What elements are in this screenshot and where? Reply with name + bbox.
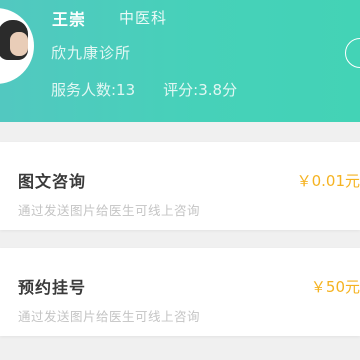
clinic-name: 欣九康诊所	[51, 44, 132, 62]
service-price: ￥0.01元	[296, 172, 360, 190]
doctor-header: 王崇 中医科 欣九康诊所 服务人数:13 评分:3.8分	[0, 0, 360, 122]
doctor-avatar[interactable]	[0, 8, 34, 84]
service-description: 通过发送图片给医生可线上咨询	[18, 203, 201, 218]
service-description: 通过发送图片给医生可线上咨询	[18, 309, 201, 324]
follow-button[interactable]	[345, 38, 360, 68]
doctor-name: 王崇	[52, 10, 87, 29]
avatar-face	[10, 32, 28, 56]
service-title: 预约挂号	[18, 278, 87, 297]
rating: 评分:3.8分	[163, 81, 238, 99]
service-card-consult[interactable]: 图文咨询 通过发送图片给医生可线上咨询 ￥0.01元	[0, 142, 360, 230]
service-price: ￥50元	[310, 278, 360, 296]
service-count: 服务人数:13	[51, 81, 136, 99]
service-title: 图文咨询	[18, 172, 87, 191]
doctor-stats: 服务人数:13 评分:3.8分	[51, 79, 237, 100]
doctor-department: 中医科	[119, 9, 168, 27]
doctor-profile-page: 王崇 中医科 欣九康诊所 服务人数:13 评分:3.8分 图文咨询 通过发送图片给…	[0, 0, 360, 360]
service-card-appointment[interactable]: 预约挂号 通过发送图片给医生可线上咨询 ￥50元	[0, 248, 360, 336]
